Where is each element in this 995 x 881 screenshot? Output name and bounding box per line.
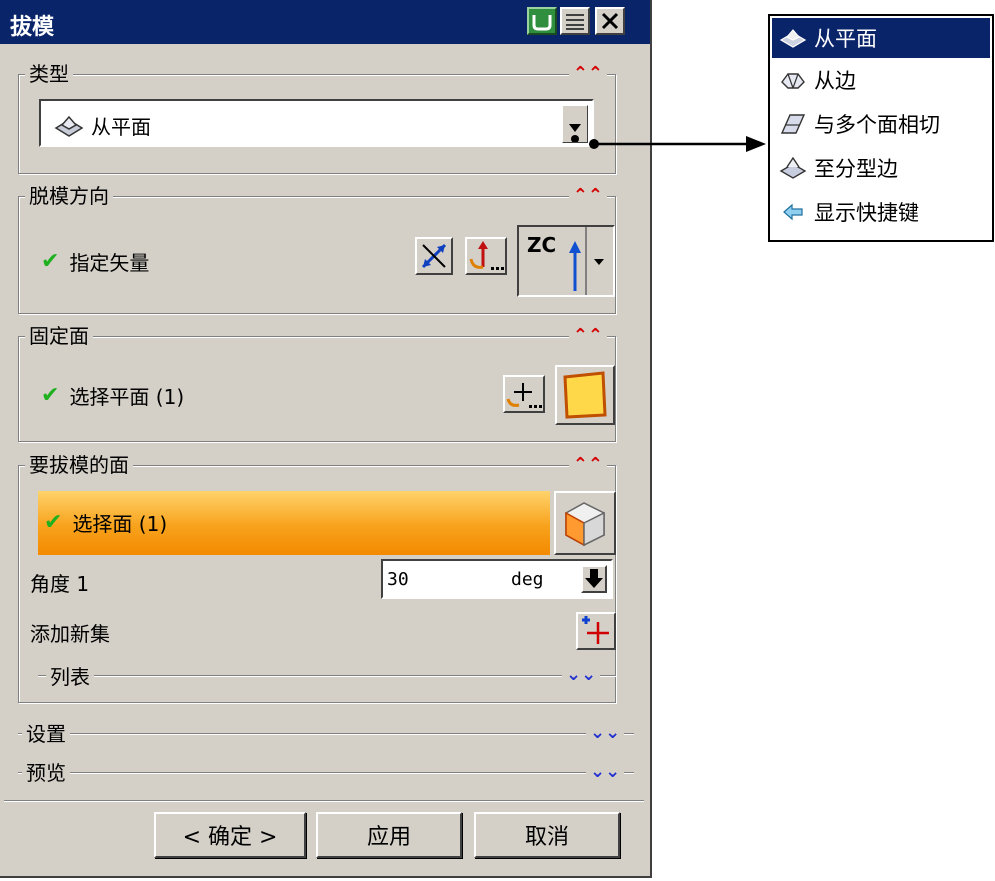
angle-input[interactable] [387, 565, 497, 593]
from-edge-icon [776, 66, 810, 94]
expand-down-icon[interactable]: ⌄⌄ [586, 722, 625, 744]
collapse-up-icon[interactable]: ⌃⌃ [568, 454, 607, 476]
collapse-up-icon[interactable]: ⌃⌃ [568, 63, 607, 85]
menu-item-label: 至分型边 [814, 157, 898, 181]
reset-icon[interactable] [527, 7, 557, 35]
add-new-set-label: 添加新集 [30, 622, 110, 646]
z-arrow-icon [569, 241, 581, 291]
menu-item-label: 从平面 [814, 27, 877, 51]
check-icon: ✔ [44, 510, 63, 535]
reverse-direction-button[interactable] [415, 237, 453, 275]
faces-to-draft-label: 要拔模的面 [25, 452, 133, 478]
menu-item-from-plane[interactable]: 从平面 [772, 18, 990, 58]
menu-item-show-shortcuts[interactable]: 显示快捷键 [772, 192, 990, 232]
expand-down-icon[interactable]: ⌄⌄ [586, 761, 625, 783]
menu-icon[interactable] [560, 7, 590, 35]
type-combobox[interactable]: 从平面 [39, 99, 594, 147]
apply-button[interactable]: 应用 [316, 812, 462, 858]
collapse-up-icon[interactable]: ⌃⌃ [568, 325, 607, 347]
fixed-face-label: 固定面 [25, 323, 93, 349]
settings-divider [18, 733, 634, 735]
angle-unit: deg [511, 569, 544, 590]
vector-type-dropdown[interactable]: ZC [517, 225, 615, 297]
list-label: 列表 [46, 661, 94, 690]
add-new-set-button[interactable] [576, 612, 616, 650]
ok-button[interactable]: < 确定 > [154, 812, 306, 858]
preview-divider [18, 772, 634, 774]
title-bar: 拔模 [0, 0, 650, 44]
expand-down-icon[interactable]: ⌄⌄ [562, 664, 601, 686]
select-plane-row[interactable]: ✔ 选择平面 (1) [41, 381, 184, 410]
plane-dialog-button[interactable] [503, 375, 545, 413]
chevron-down-icon[interactable] [585, 227, 613, 295]
menu-item-label: 从边 [814, 69, 856, 93]
from-plane-icon [54, 115, 84, 137]
from-plane-icon [776, 24, 810, 52]
type-popup-menu: 从平面 从边 与多个面相切 至分型边 显示快捷键 [768, 14, 994, 242]
draft-dialog: 拔模 类型 ⌃⌃ 从平面 脱模方向 ⌃⌃ ✔ 指定矢量 ZC 固定面 ⌃⌃ ✔ … [0, 0, 652, 878]
check-icon: ✔ [41, 383, 60, 408]
arrow-left-icon [776, 198, 810, 226]
vector-dialog-button[interactable] [465, 237, 507, 275]
cancel-button[interactable]: 取消 [474, 812, 620, 858]
parting-edge-icon [776, 154, 810, 182]
plane-face-icon[interactable] [555, 365, 615, 425]
menu-item-parting-edge[interactable]: 至分型边 [772, 148, 990, 188]
menu-item-from-edge[interactable]: 从边 [772, 60, 990, 100]
menu-item-label: 显示快捷键 [814, 201, 919, 225]
check-icon: ✔ [41, 249, 60, 274]
dropdown-arrow-icon[interactable] [562, 105, 588, 143]
select-plane-label: 选择平面 (1) [69, 385, 185, 409]
angle-label: 角度 1 [30, 572, 90, 596]
vector-zc-label: ZC [527, 233, 557, 257]
menu-item-tangent-faces[interactable]: 与多个面相切 [772, 104, 990, 144]
dialog-title: 拔模 [10, 15, 55, 40]
draw-direction-group: 脱模方向 ⌃⌃ ✔ 指定矢量 ZC [18, 183, 616, 314]
list-divider [38, 675, 616, 677]
type-selected-label: 从平面 [91, 115, 151, 139]
specify-vector-row[interactable]: ✔ 指定矢量 [41, 247, 149, 276]
type-combobox-value: 从平面 [53, 111, 151, 140]
settings-label: 设置 [22, 718, 70, 747]
tangent-faces-icon [776, 110, 810, 138]
angle-field: deg [381, 559, 613, 599]
type-group: 类型 ⌃⌃ 从平面 [18, 61, 616, 174]
menu-item-label: 与多个面相切 [814, 113, 940, 137]
select-face-label: 选择面 (1) [72, 512, 168, 536]
type-group-label: 类型 [25, 61, 73, 87]
close-icon[interactable] [595, 7, 625, 35]
down-arrow-icon[interactable] [581, 565, 607, 593]
face-cube-icon[interactable] [554, 491, 616, 555]
preview-label: 预览 [22, 757, 70, 786]
select-face-row-content: ✔ 选择面 (1) [44, 508, 167, 537]
fixed-face-group: 固定面 ⌃⌃ ✔ 选择平面 (1) [18, 323, 616, 442]
footer-divider [4, 800, 644, 802]
collapse-up-icon[interactable]: ⌃⌃ [568, 185, 607, 207]
draw-direction-label: 脱模方向 [25, 183, 113, 209]
specify-vector-label: 指定矢量 [69, 251, 150, 275]
